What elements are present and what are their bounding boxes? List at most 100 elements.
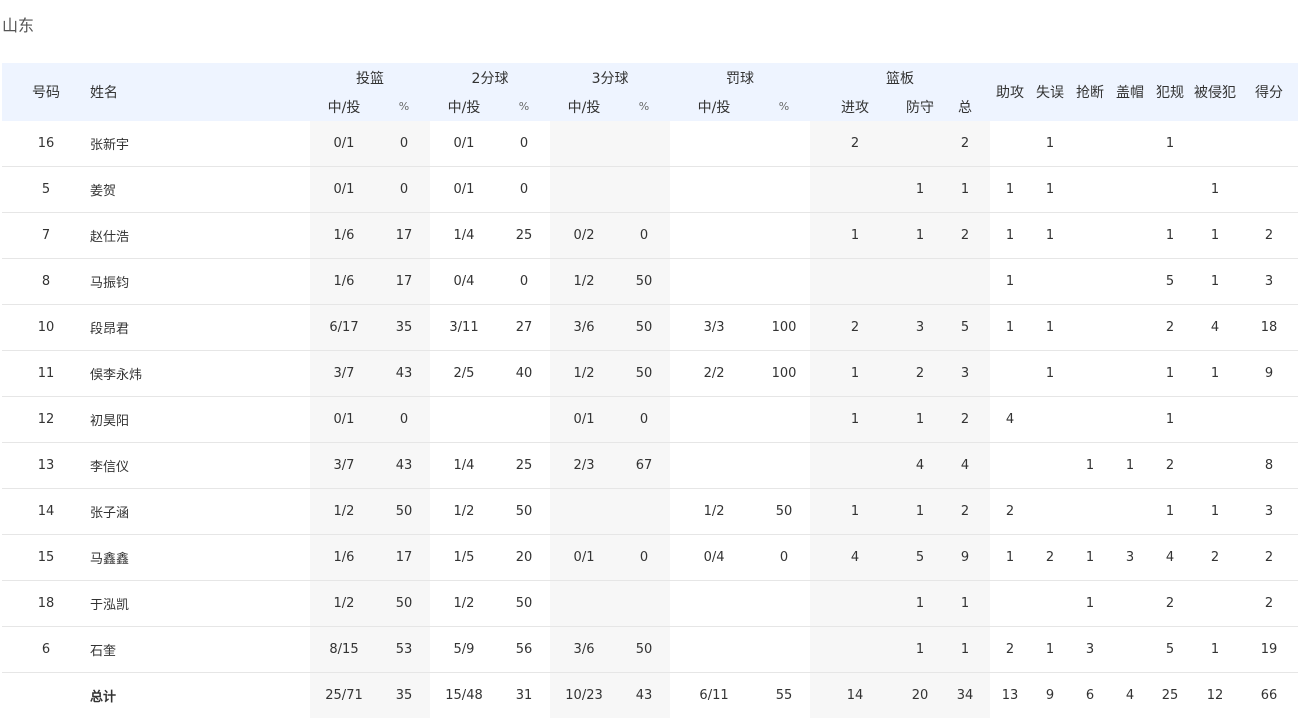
player-name: 段昂君 (90, 305, 310, 351)
player-name: 张子涵 (90, 489, 310, 535)
table-row: 18于泓凯1/2501/25011122 (2, 581, 1298, 627)
fg-made-att: 0/1 (310, 397, 378, 443)
fg-pct: 35 (378, 673, 430, 718)
assists (990, 443, 1030, 489)
fg-made-att: 1/2 (310, 581, 378, 627)
assists: 2 (990, 627, 1030, 673)
assists: 1 (990, 305, 1030, 351)
table-row: 6石奎8/15535/9563/650112135119 (2, 627, 1298, 673)
turnovers (1030, 443, 1070, 489)
two-made-att: 15/48 (430, 673, 498, 718)
total-reb: 34 (940, 673, 990, 718)
fouls: 25 (1150, 673, 1190, 718)
steals (1070, 489, 1110, 535)
player-name: 马振钧 (90, 259, 310, 305)
table-row: 5姜贺0/100/1011111 (2, 167, 1298, 213)
table-row: 7赵仕浩1/6171/4250/2011211112 (2, 213, 1298, 259)
offensive-reb: 1 (810, 489, 900, 535)
ft-made-att: 1/2 (670, 489, 758, 535)
fouls: 4 (1150, 535, 1190, 581)
ft-pct (758, 213, 810, 259)
turnovers: 9 (1030, 673, 1070, 718)
ft-pct (758, 627, 810, 673)
player-number: 6 (2, 627, 90, 673)
blocks (1110, 259, 1150, 305)
two-pct: 0 (498, 121, 550, 167)
ft-made-att (670, 581, 758, 627)
total-reb: 3 (940, 351, 990, 397)
table-row: 8马振钧1/6170/401/2501513 (2, 259, 1298, 305)
steals (1070, 121, 1110, 167)
table-row: 16张新宇0/100/102211 (2, 121, 1298, 167)
ft-pct (758, 167, 810, 213)
points: 8 (1240, 443, 1298, 489)
turnovers (1030, 397, 1070, 443)
three-made-att (550, 121, 618, 167)
three-made-att (550, 581, 618, 627)
table-row: 10段昂君6/17353/11273/6503/3100235112418 (2, 305, 1298, 351)
fouls: 2 (1150, 581, 1190, 627)
header-ft-made-att: 中/投 (670, 92, 758, 121)
player-number: 18 (2, 581, 90, 627)
steals: 6 (1070, 673, 1110, 718)
total-reb: 1 (940, 167, 990, 213)
fouls-drawn: 1 (1190, 489, 1240, 535)
defensive-reb: 20 (900, 673, 940, 718)
fouls-drawn: 2 (1190, 535, 1240, 581)
ft-pct: 50 (758, 489, 810, 535)
player-number: 15 (2, 535, 90, 581)
steals (1070, 351, 1110, 397)
turnovers (1030, 581, 1070, 627)
blocks (1110, 581, 1150, 627)
header-two-point: 2分球 (430, 63, 550, 92)
three-made-att (550, 167, 618, 213)
three-made-att: 3/6 (550, 627, 618, 673)
fg-made-att: 25/71 (310, 673, 378, 718)
table-row: 13李信仪3/7431/4252/367441128 (2, 443, 1298, 489)
header-steals: 抢断 (1070, 63, 1110, 121)
total-row: 总计25/713515/483110/23436/115514203413964… (2, 673, 1298, 718)
fg-made-att: 1/6 (310, 535, 378, 581)
header-blocks: 盖帽 (1110, 63, 1150, 121)
ft-made-att (670, 121, 758, 167)
fouls-drawn: 4 (1190, 305, 1240, 351)
blocks: 3 (1110, 535, 1150, 581)
fouls: 5 (1150, 627, 1190, 673)
three-made-att: 2/3 (550, 443, 618, 489)
fg-pct: 0 (378, 397, 430, 443)
points (1240, 167, 1298, 213)
player-name: 初昊阳 (90, 397, 310, 443)
ft-made-att (670, 397, 758, 443)
table-row: 15马鑫鑫1/6171/5200/100/404591213422 (2, 535, 1298, 581)
fg-pct: 50 (378, 489, 430, 535)
ft-made-att (670, 259, 758, 305)
fouls-drawn: 1 (1190, 627, 1240, 673)
assists (990, 581, 1030, 627)
fouls-drawn (1190, 443, 1240, 489)
offensive-reb: 2 (810, 305, 900, 351)
fouls: 1 (1150, 489, 1190, 535)
total-reb: 5 (940, 305, 990, 351)
blocks (1110, 627, 1150, 673)
player-number (2, 673, 90, 718)
fouls-drawn (1190, 397, 1240, 443)
three-pct (618, 167, 670, 213)
two-pct (498, 397, 550, 443)
two-pct: 50 (498, 489, 550, 535)
two-pct: 20 (498, 535, 550, 581)
defensive-reb: 1 (900, 581, 940, 627)
three-pct (618, 489, 670, 535)
header-free-throw: 罚球 (670, 63, 810, 92)
turnovers: 1 (1030, 213, 1070, 259)
player-number: 12 (2, 397, 90, 443)
offensive-reb (810, 259, 900, 305)
fouls-drawn: 1 (1190, 167, 1240, 213)
ft-made-att: 2/2 (670, 351, 758, 397)
points: 2 (1240, 213, 1298, 259)
two-made-att: 1/2 (430, 581, 498, 627)
fouls-drawn (1190, 121, 1240, 167)
player-number: 8 (2, 259, 90, 305)
steals (1070, 213, 1110, 259)
three-pct: 50 (618, 259, 670, 305)
player-name: 李信仪 (90, 443, 310, 489)
